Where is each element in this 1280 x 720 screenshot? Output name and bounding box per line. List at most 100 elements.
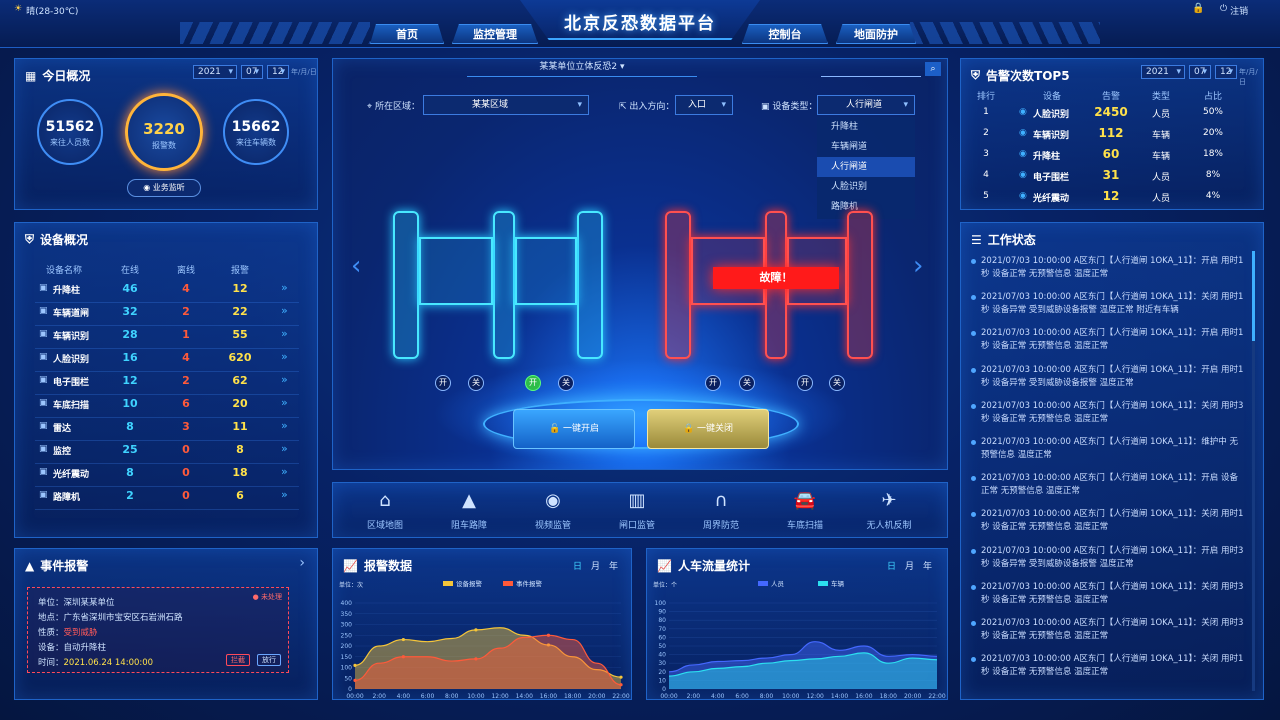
device-offline: 3 [182,420,190,433]
search-input[interactable] [821,63,921,77]
monitor-button[interactable]: ◉ 业务监听 [127,179,201,197]
top5-row[interactable]: 5 ◉ 光纤震动 12 人员 4% [961,189,1265,207]
scrollbar-thumb[interactable] [1252,251,1255,341]
flow-tab-month[interactable]: 月 [905,559,914,572]
device-row[interactable]: ▣ 路障机 2 0 6 » [15,488,319,510]
device-row[interactable]: ▣ 升降柱 46 4 12 » [15,281,319,303]
chevron-right-icon[interactable]: › [299,555,305,571]
double-chevron-icon[interactable]: » [281,396,288,409]
device-row[interactable]: ▣ 车辆道闸 32 2 22» [15,304,319,326]
double-chevron-icon[interactable]: » [281,465,288,478]
double-chevron-icon[interactable]: » [281,304,288,317]
intercept-button[interactable]: 拦截 [226,654,250,666]
nav-console[interactable]: 控制台 [742,24,828,44]
gate1-open-button[interactable]: 开 [435,375,451,391]
work-item[interactable]: 2021/07/03 10:00:00 A区东门【人行道闸 1OKA_11】：开… [971,364,1245,390]
device-row[interactable]: ▣ 雷达 8 3 11 » [15,419,319,441]
double-chevron-icon[interactable]: » [281,488,288,501]
unit-select[interactable]: 某某单位立体反恐2 ▾ [467,59,697,77]
device-row[interactable]: ▣ 监控 25 0 8 » [15,442,319,464]
nav-prev-icon[interactable]: ‹ [351,251,361,281]
release-button[interactable]: 放行 [257,654,281,666]
gate2-close-button[interactable]: 关 [558,375,574,391]
work-item[interactable]: 2021/07/03 10:00:00 A区东门【人行道闸 1OKA_11】：开… [971,255,1245,281]
work-item[interactable]: 2021/07/03 10:00:00 A区东门【人行道闸 1OKA_11】：关… [971,291,1245,317]
search-icon[interactable]: ⌕ [925,62,941,76]
gate1-close-button[interactable]: 关 [468,375,484,391]
double-chevron-icon[interactable]: » [281,350,288,363]
work-item[interactable]: 2021/07/03 10:00:00 A区东门【人行道闸 1OKA_11】：开… [971,472,1245,498]
top5-row[interactable]: 4 ◉ 电子围栏 31 人员 8% [961,168,1265,186]
double-chevron-icon[interactable]: » [281,373,288,386]
alarm-tab-year[interactable]: 年 [609,559,618,572]
type-option[interactable]: 人行闸道 [817,157,915,177]
work-item[interactable]: 2021/07/03 10:00:00 A区东门【人行道闸 1OKA_11】：关… [971,581,1245,607]
top5-device-icon: ◉ [1019,170,1027,180]
device-row[interactable]: ▣ 光纤震动 8 0 18 » [15,465,319,487]
function-drone-button[interactable]: ✈ 无人机反制 [849,490,929,531]
function-roadblock-button[interactable]: ▲ 阻车路障 [429,490,509,531]
function-gate-button[interactable]: ▥ 闸口监管 [597,490,677,531]
type-option[interactable]: 升降柱 [817,117,915,137]
type-select[interactable]: 人行闸道 ▾ [817,95,915,115]
device-row[interactable]: ▣ 车辆识别 28 1 55 » [15,327,319,349]
double-chevron-icon[interactable]: » [281,419,288,432]
gate4-open-button[interactable]: 开 [797,375,813,391]
nav-ground[interactable]: 地面防护 [836,24,916,44]
type-option[interactable]: 人脸识别 [817,177,915,197]
work-item[interactable]: 2021/07/03 10:00:00 A区东门【人行道闸 1OKA_11】：维… [971,436,1245,462]
double-chevron-icon[interactable]: » [281,281,288,294]
area-select[interactable]: 某某区域 ▾ [423,95,589,115]
double-chevron-icon[interactable]: » [281,327,288,340]
day-select[interactable]: 12 [267,65,289,79]
device-row[interactable]: ▣ 人脸识别 16 4 620 » [15,350,319,372]
gate4-close-button[interactable]: 关 [829,375,845,391]
gate3-open-button[interactable]: 开 [705,375,721,391]
top5-row[interactable]: 3 ◉ 升降柱 60 车辆 18% [961,147,1265,165]
close-all-button[interactable]: 🔒 一键关闭 [647,409,769,449]
gate2-open-button[interactable]: 开 [525,375,541,391]
device-row[interactable]: ▣ 电子围栏 12 2 62 » [15,373,319,395]
flow-tab-day[interactable]: 日 [887,559,896,572]
double-chevron-icon[interactable]: » [281,442,288,455]
device-row[interactable]: ▣ 车底扫描 10 6 20 » [15,396,319,418]
top5-day-select[interactable]: 12 [1215,65,1237,79]
logout-button[interactable]: ⏻ 注销 [1220,4,1248,17]
y-tick-label: 150 [341,654,353,661]
top5-row[interactable]: 1 ◉ 人脸识别 2450 人员 50% [961,105,1265,123]
flow-tab-year[interactable]: 年 [923,559,932,572]
scrollbar[interactable] [1252,251,1255,691]
work-item[interactable]: 2021/07/03 10:00:00 A区东门【人行道闸 1OKA_11】：关… [971,508,1245,534]
work-item[interactable]: 2021/07/03 10:00:00 A区东门【人行道闸 1OKA_11】：开… [971,545,1245,571]
year-select[interactable]: 2021 [193,65,237,79]
nav-monitor[interactable]: 监控管理 [452,24,538,44]
work-item[interactable]: 2021/07/03 10:00:00 A区东门【人行道闸 1OKA_11】：关… [971,400,1245,426]
device-alarm: 62 [232,374,248,387]
function-camera-button[interactable]: ◉ 视频监管 [513,490,593,531]
device-online: 32 [122,305,138,318]
alarm-tab-day[interactable]: 日 [573,559,582,572]
top5-row[interactable]: 2 ◉ 车辆识别 112 车辆 20% [961,126,1265,144]
type-option[interactable]: 车辆闸道 [817,137,915,157]
work-item[interactable]: 2021/07/03 10:00:00 A区东门【人行道闸 1OKA_11】：关… [971,617,1245,643]
row-divider [35,325,299,326]
alarm-tab-month[interactable]: 月 [591,559,600,572]
work-item[interactable]: 2021/07/03 10:00:00 A区东门【人行道闸 1OKA_11】：关… [971,653,1245,679]
device-name: 雷达 [53,424,72,434]
nav-home[interactable]: 首页 [370,24,444,44]
gate3-close-button[interactable]: 关 [739,375,755,391]
event-title-text: 事件报警 [40,559,89,573]
function-map-pin-button[interactable]: ⌂ 区域地图 [345,490,425,531]
function-arch-button[interactable]: ∩ 周界防范 [681,490,761,531]
top5-year-select[interactable]: 2021 [1141,65,1185,79]
lock-icon[interactable]: 🔒 [1192,3,1204,14]
month-select[interactable]: 07 [241,65,263,79]
nav-next-icon[interactable]: › [913,251,923,281]
y-tick-label: 100 [341,665,353,672]
direction-select[interactable]: 入口 ▾ [675,95,733,115]
open-all-button[interactable]: 🔓 一键开启 [513,409,635,449]
work-item-dot [971,476,976,482]
top5-month-select[interactable]: 07 [1189,65,1211,79]
work-item[interactable]: 2021/07/03 10:00:00 A区东门【人行道闸 1OKA_11】：开… [971,327,1245,353]
function-car-button[interactable]: 🚘 车底扫描 [765,490,845,531]
